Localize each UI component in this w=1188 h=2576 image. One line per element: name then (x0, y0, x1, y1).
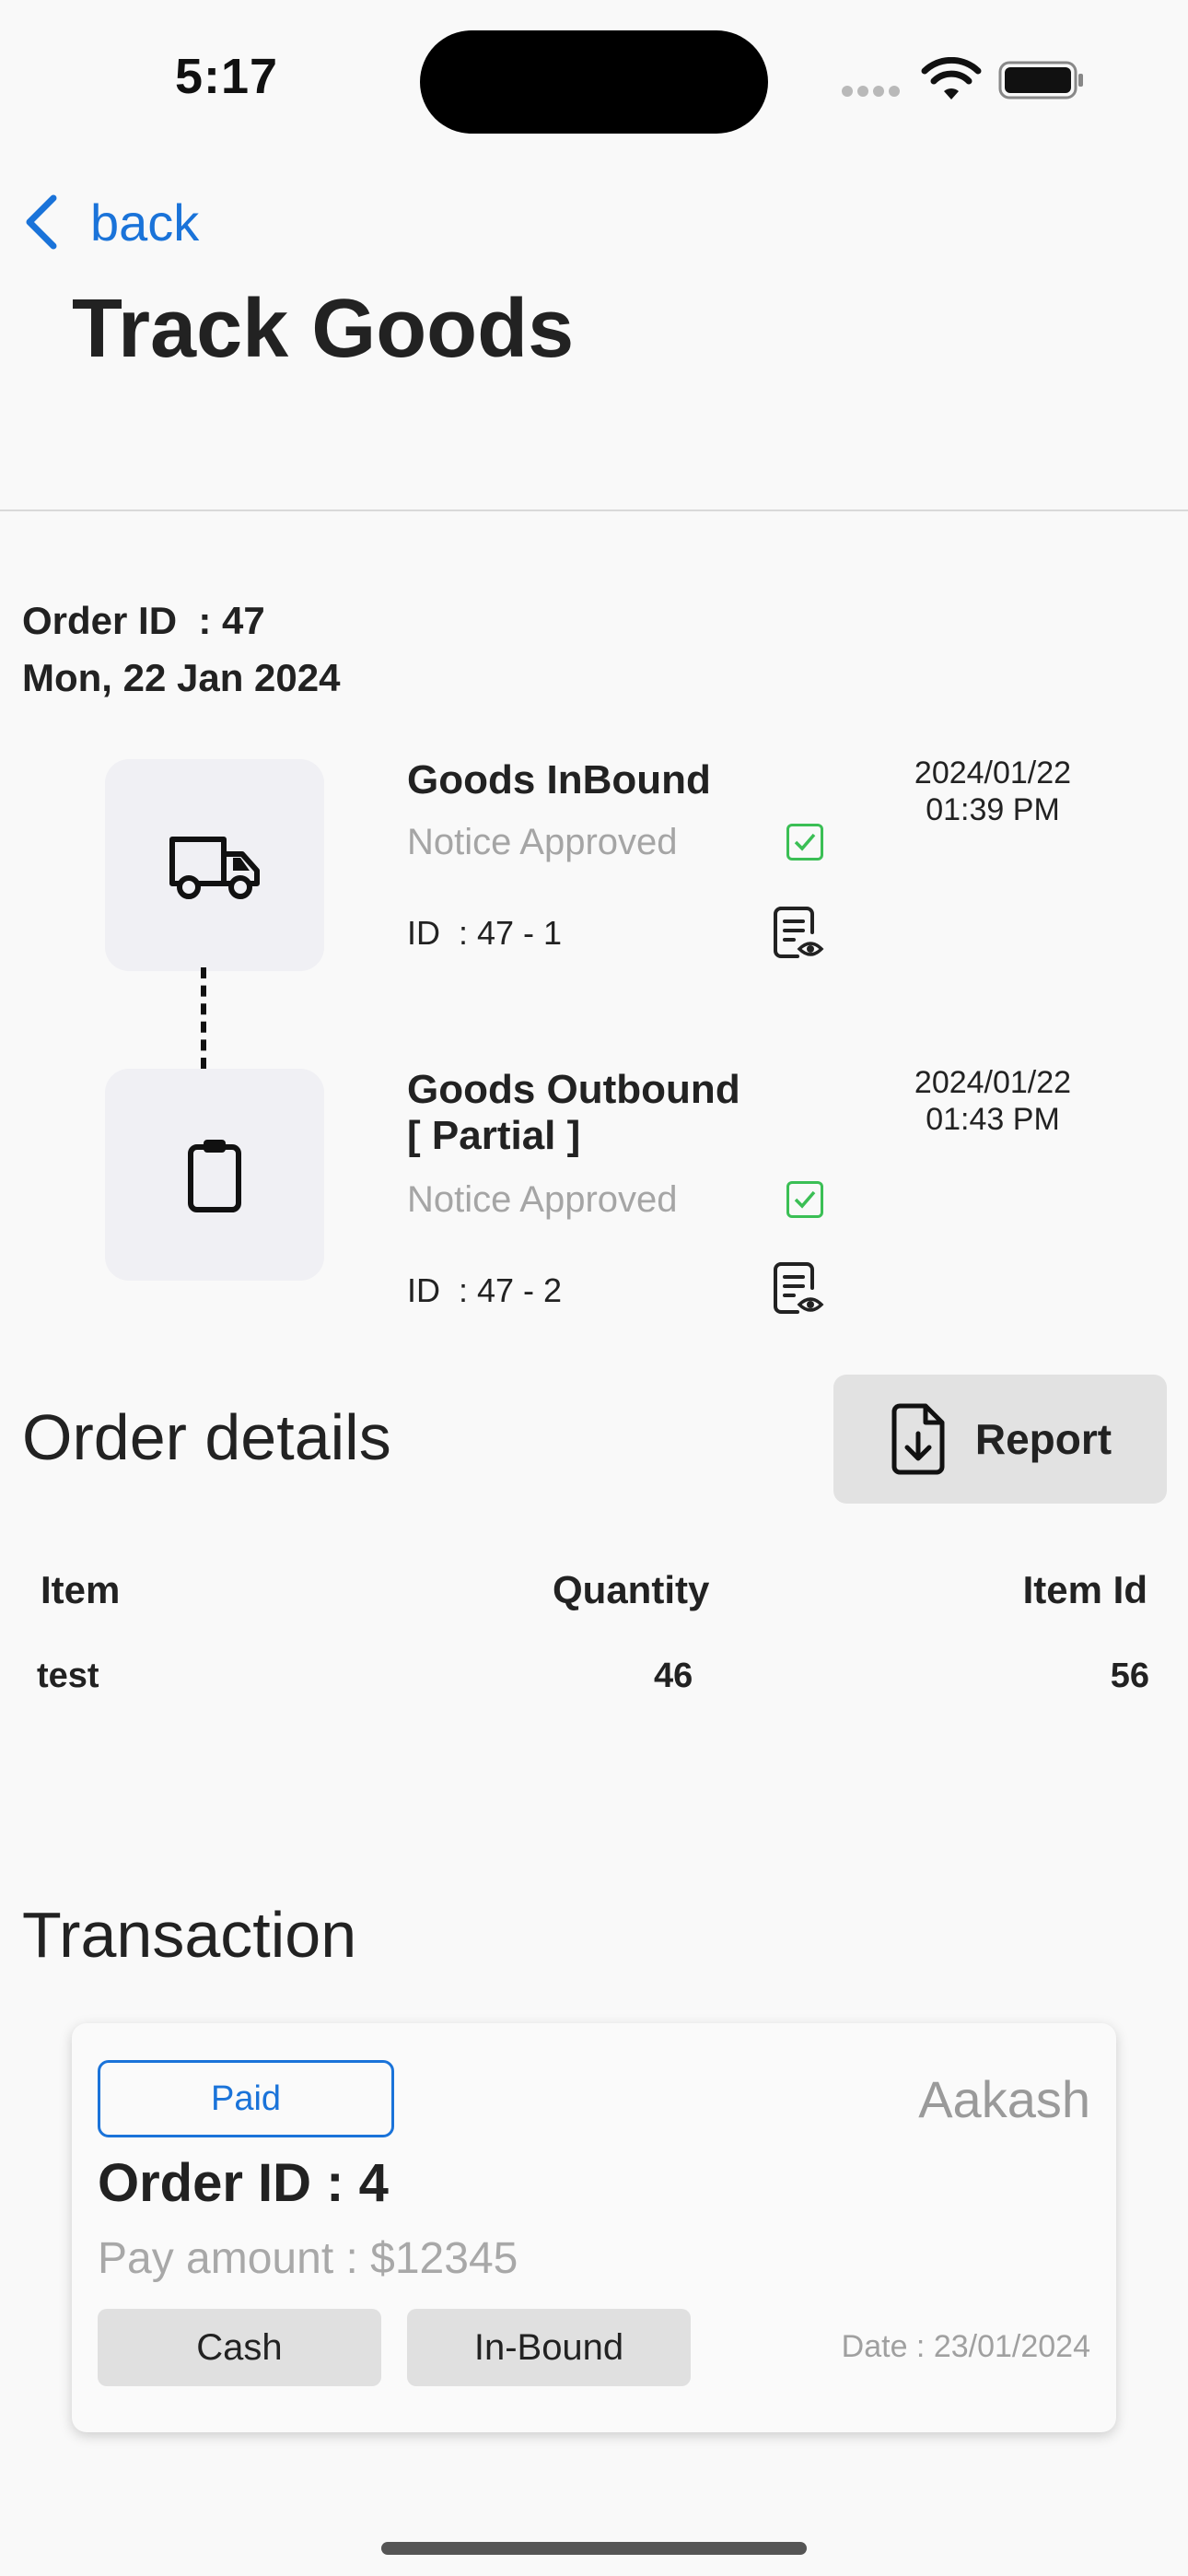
battery-icon (998, 61, 1083, 100)
order-id: Order ID : 47 (22, 599, 265, 642)
order-details-title: Order details (22, 1401, 391, 1473)
table-cell-item: test (37, 1657, 99, 1695)
page-title: Track Goods (72, 283, 575, 375)
cellular-signal-icon (842, 85, 906, 98)
timeline-connector (201, 967, 206, 1069)
table-cell-quantity: 46 (654, 1657, 693, 1695)
table-cell-item-id: 56 (1110, 1657, 1149, 1695)
report-button[interactable]: Report (833, 1375, 1167, 1504)
view-document-icon[interactable] (774, 905, 825, 960)
truck-icon (169, 837, 260, 899)
header-divider (0, 509, 1188, 511)
timeline-step-status: Notice Approved (407, 822, 678, 862)
timeline-step-time: 01:43 PM (926, 1102, 1060, 1137)
view-document-icon[interactable] (774, 1260, 825, 1316)
file-download-icon (891, 1403, 945, 1475)
report-button-label: Report (974, 1415, 1112, 1463)
wifi-icon (921, 57, 982, 100)
column-header-quantity: Quantity (553, 1568, 710, 1611)
back-label: back (90, 193, 200, 252)
back-button[interactable]: back (20, 190, 199, 254)
dynamic-island (420, 30, 768, 134)
status-time: 5:17 (175, 49, 279, 104)
timeline-step-date: 2024/01/22 (914, 755, 1072, 790)
pay-amount: Pay amount : $12345 (98, 2234, 518, 2283)
timeline-step-title: Goods Outbound (407, 1067, 740, 1112)
transaction-date: Date : 23/01/2024 (841, 2329, 1090, 2364)
payer-name: Aakash (918, 2070, 1090, 2128)
timeline-step-title: Goods InBound (407, 757, 711, 802)
transaction-order-id: Order ID : 4 (98, 2153, 389, 2213)
timeline-step-inbound-icon-box (105, 759, 324, 971)
timeline-step-status: Notice Approved (407, 1179, 678, 1220)
transaction-title: Transaction (22, 1899, 357, 1971)
chevron-left-icon (26, 194, 57, 250)
timeline-step-id: ID : 47 - 1 (407, 914, 563, 952)
timeline-step-time: 01:39 PM (926, 792, 1060, 827)
timeline-step-outbound-icon-box (105, 1069, 324, 1281)
column-header-item-id: Item Id (1022, 1568, 1147, 1611)
approved-check-icon (786, 1181, 823, 1218)
approved-check-icon (786, 824, 823, 861)
clipboard-icon (188, 1140, 241, 1212)
timeline-step-id: ID : 47 - 2 (407, 1271, 563, 1309)
order-date: Mon, 22 Jan 2024 (22, 656, 341, 699)
payment-status-badge: Paid (98, 2060, 394, 2137)
direction-chip: In-Bound (407, 2309, 691, 2386)
home-indicator[interactable] (381, 2542, 807, 2555)
timeline-step-date: 2024/01/22 (914, 1065, 1072, 1100)
timeline-step-title-suffix: [ Partial ] (407, 1113, 581, 1158)
payment-method-chip: Cash (98, 2309, 381, 2386)
column-header-item: Item (41, 1568, 121, 1611)
